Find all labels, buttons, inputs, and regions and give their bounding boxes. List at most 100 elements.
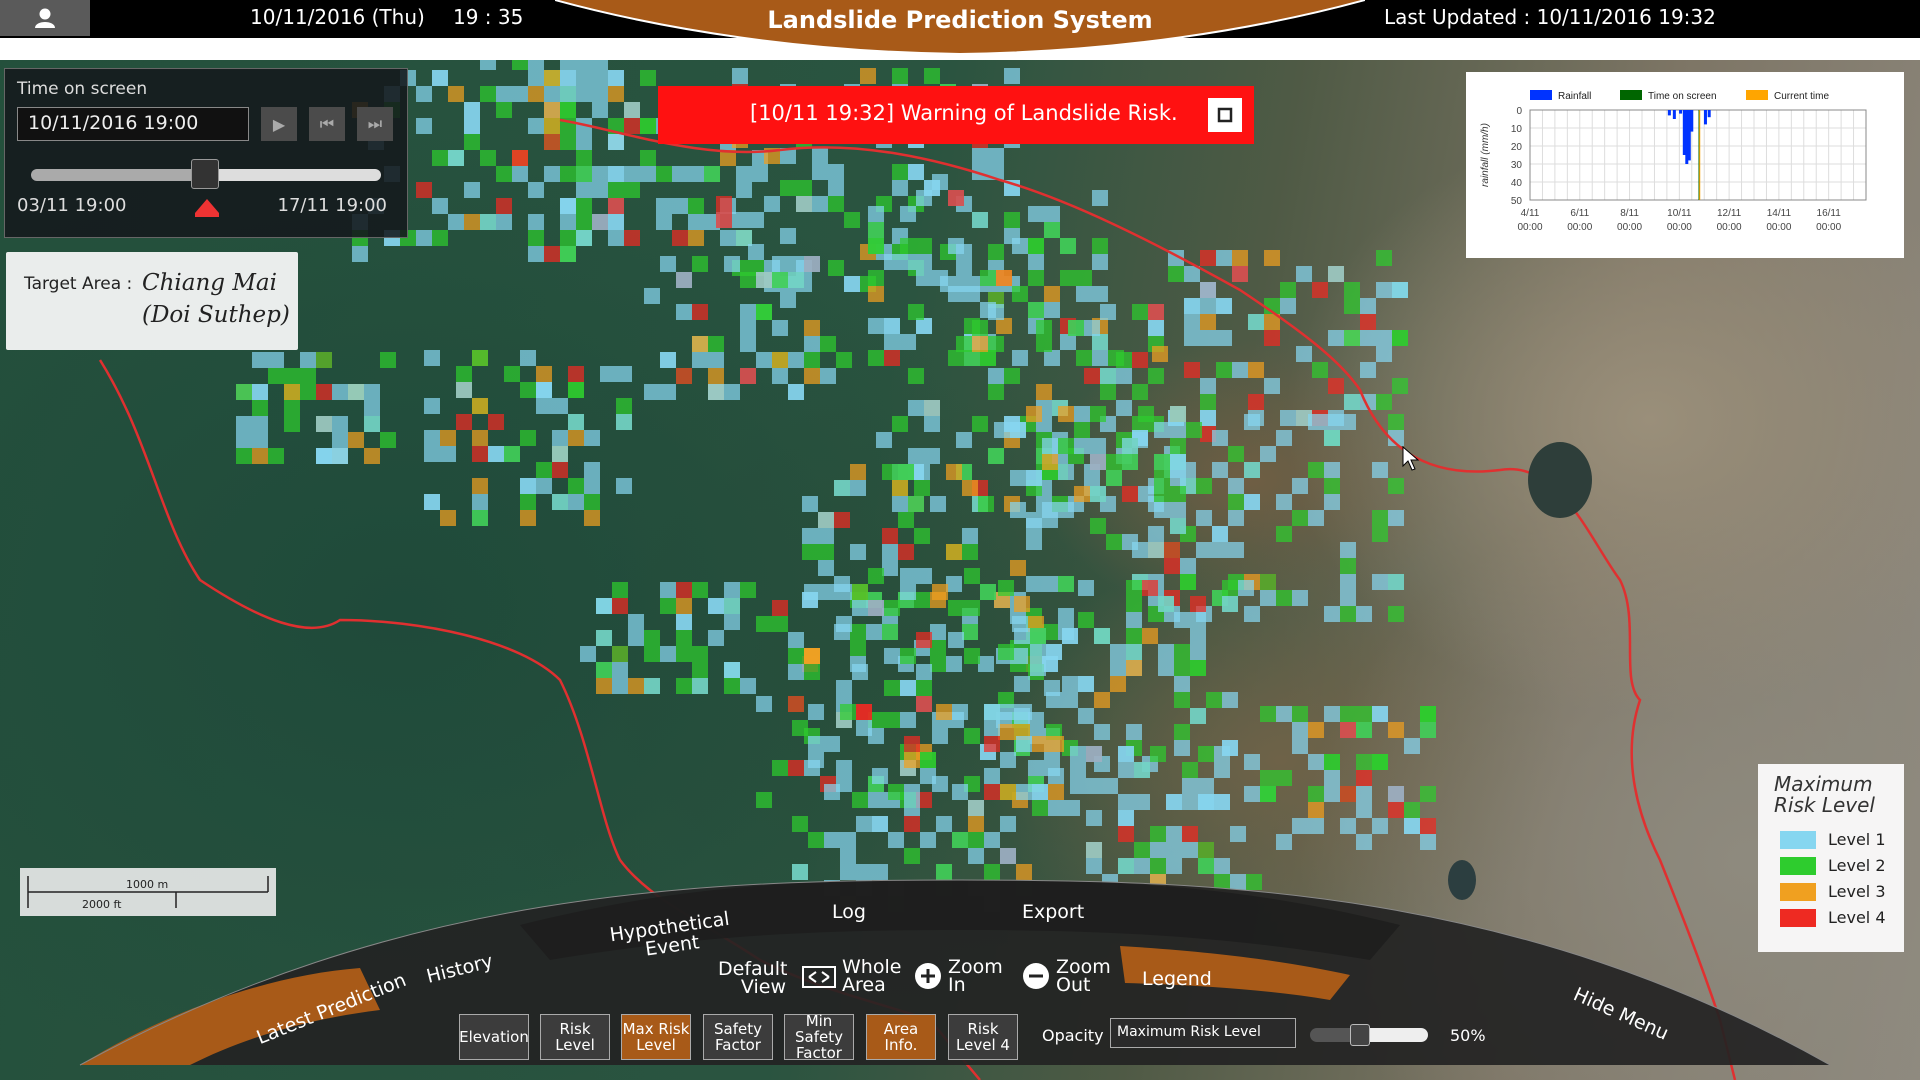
user-button[interactable] xyxy=(0,0,90,36)
risk-cell xyxy=(656,198,672,214)
risk-cell xyxy=(732,212,748,228)
risk-cell xyxy=(1280,410,1296,426)
risk-cell xyxy=(236,448,252,464)
risk-cell xyxy=(512,86,528,102)
zoom-out-button[interactable]: Zoom Out xyxy=(1056,958,1112,995)
risk-cell xyxy=(1142,580,1158,596)
risk-cell xyxy=(824,784,840,800)
risk-cell xyxy=(996,270,1012,286)
whole-area-button[interactable]: Whole Area xyxy=(842,958,901,995)
risk-cell xyxy=(840,864,856,880)
risk-cell xyxy=(1324,478,1340,494)
risk-cell xyxy=(1214,794,1230,810)
rainfall-bar xyxy=(1667,110,1671,116)
y-tick-label: 10 xyxy=(1511,124,1523,135)
risk-cell xyxy=(884,648,900,664)
time-label: Time on screen xyxy=(17,79,148,99)
risk-cell xyxy=(1030,628,1046,644)
risk-cell xyxy=(472,510,488,526)
zoom-in-button[interactable]: Zoom In xyxy=(948,958,1004,995)
step-forward-button[interactable]: ⏭ xyxy=(357,107,393,141)
risk-cell xyxy=(1276,494,1292,510)
risk-level-button[interactable]: Risk Level xyxy=(540,1014,610,1060)
risk-cell xyxy=(596,678,612,694)
risk-cell xyxy=(1132,352,1148,368)
risk-cell xyxy=(988,148,1004,164)
time-input[interactable]: 10/11/2016 19:00 xyxy=(17,107,249,141)
risk-cell xyxy=(1308,510,1324,526)
risk-cell xyxy=(1216,250,1232,266)
risk-cell xyxy=(528,60,544,70)
risk-cell xyxy=(1078,580,1094,596)
risk-cell xyxy=(952,832,968,848)
area-info-button[interactable]: Area Info. xyxy=(866,1014,936,1060)
risk-cell xyxy=(1308,414,1324,430)
risk-cell xyxy=(1094,692,1110,708)
risk-cell xyxy=(1182,762,1198,778)
risk-cell xyxy=(1090,518,1106,534)
risk-cell xyxy=(1244,462,1260,478)
risk-cell xyxy=(1356,722,1372,738)
risk-level-4-button[interactable]: Risk Level 4 xyxy=(948,1014,1018,1060)
risk-cell xyxy=(1340,606,1356,622)
max-risk-level-button[interactable]: Max Risk Level xyxy=(621,1014,691,1060)
risk-cell xyxy=(1356,786,1372,802)
risk-cell xyxy=(1376,330,1392,346)
risk-cell xyxy=(1264,330,1280,346)
risk-cell xyxy=(580,646,596,662)
risk-cell xyxy=(1004,212,1020,228)
legend-swatch-4 xyxy=(1780,908,1816,927)
risk-cell xyxy=(900,584,916,600)
tab-log[interactable]: Log xyxy=(832,903,866,922)
min-safety-factor-button[interactable]: Min Safety Factor xyxy=(784,1013,854,1061)
opacity-layer-select[interactable]: Maximum Risk Level xyxy=(1110,1018,1296,1048)
risk-cell xyxy=(1392,330,1408,346)
play-button[interactable]: ▶ xyxy=(261,107,297,141)
risk-cell xyxy=(1198,858,1214,874)
risk-cell xyxy=(972,336,988,352)
risk-cell xyxy=(756,792,772,808)
opacity-slider-thumb[interactable] xyxy=(1350,1024,1370,1046)
risk-cell xyxy=(1356,754,1372,770)
skip-forward-icon: ⏭ xyxy=(367,114,383,133)
target-area-name: Chiang Mai xyxy=(142,270,277,296)
default-view-button[interactable]: Default View xyxy=(718,960,787,997)
risk-cell xyxy=(488,414,504,430)
risk-cell xyxy=(1164,558,1180,574)
risk-cell xyxy=(1042,502,1058,518)
risk-cell xyxy=(818,560,834,576)
risk-cell xyxy=(1264,378,1280,394)
risk-cell xyxy=(840,832,856,848)
risk-cell xyxy=(740,304,756,320)
risk-cell xyxy=(792,720,808,736)
risk-cell xyxy=(1212,542,1228,558)
risk-cell xyxy=(852,664,868,680)
risk-cell xyxy=(1388,478,1404,494)
tab-export[interactable]: Export xyxy=(1022,903,1084,922)
elevation-button[interactable]: Elevation xyxy=(459,1014,529,1060)
opacity-label: Opacity xyxy=(1042,1026,1104,1045)
risk-cell xyxy=(612,582,628,598)
risk-cell xyxy=(1036,320,1052,336)
risk-cell xyxy=(1110,676,1126,692)
risk-cell xyxy=(1372,818,1388,834)
risk-cell xyxy=(1324,494,1340,510)
step-back-button[interactable]: ⏮ xyxy=(309,107,345,141)
risk-cell xyxy=(1044,302,1060,318)
risk-cell xyxy=(472,350,488,366)
risk-cell xyxy=(544,166,560,182)
warning-close-button[interactable] xyxy=(1208,98,1242,132)
risk-cell xyxy=(980,350,996,366)
risk-cell xyxy=(1158,644,1174,660)
risk-cell xyxy=(1170,438,1186,454)
legend-button[interactable]: Legend xyxy=(1142,970,1212,989)
risk-cell xyxy=(1170,518,1186,534)
risk-cell xyxy=(988,336,1004,352)
risk-cell xyxy=(380,432,396,448)
risk-cell xyxy=(1198,746,1214,762)
risk-cell xyxy=(608,230,624,246)
risk-cell xyxy=(1100,304,1116,320)
safety-factor-button[interactable]: Safety Factor xyxy=(703,1014,773,1060)
risk-cell xyxy=(946,576,962,592)
time-slider-thumb[interactable] xyxy=(191,159,219,189)
